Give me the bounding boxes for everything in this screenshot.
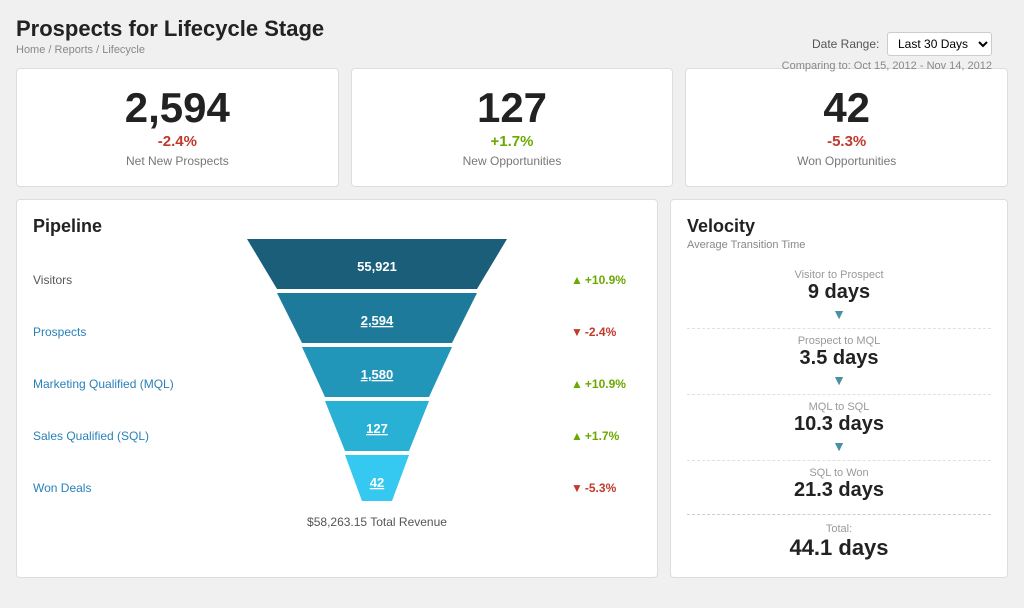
funnel-pct-3: +1.7%	[585, 429, 619, 443]
funnel-label-4[interactable]: Won Deals	[33, 462, 183, 514]
vel-label-1: Prospect to MQL	[687, 335, 991, 347]
bottom-row: Pipeline Visitors Prospects Marketing Qual…	[16, 199, 1008, 578]
total-revenue: $58,263.15 Total Revenue	[307, 515, 447, 529]
summary-label: New Opportunities	[368, 154, 657, 168]
velocity-item-2: MQL to SQL 10.3 days ▼	[687, 395, 991, 461]
funnel-change-2: ▲+10.9%	[571, 358, 641, 410]
summary-card-0: 2,594 -2.4% Net New Prospects	[16, 68, 339, 187]
funnel-arrow-2: ▲	[571, 377, 583, 391]
velocity-arrow-1: ▼	[687, 372, 991, 388]
svg-text:55,921: 55,921	[357, 259, 397, 274]
velocity-title: Velocity	[687, 216, 991, 237]
summary-row: 2,594 -2.4% Net New Prospects 127 +1.7% …	[16, 68, 1008, 187]
funnel-arrow-4: ▼	[571, 481, 583, 495]
velocity-item-1: Prospect to MQL 3.5 days ▼	[687, 329, 991, 395]
funnel-pct-4: -5.3%	[585, 481, 616, 495]
summary-change: +1.7%	[368, 133, 657, 150]
vel-label-2: MQL to SQL	[687, 401, 991, 413]
funnel-change-1: ▼-2.4%	[571, 306, 641, 358]
comparing-text: Comparing to: Oct 15, 2012 - Nov 14, 201…	[782, 60, 992, 72]
funnel-label-3[interactable]: Sales Qualified (SQL)	[33, 410, 183, 462]
funnel-pct-0: +10.9%	[585, 273, 626, 287]
velocity-arrow-0: ▼	[687, 306, 991, 322]
funnel-pct-2: +10.9%	[585, 377, 626, 391]
velocity-card: Velocity Average Transition Time Visitor…	[670, 199, 1008, 578]
svg-text:1,580: 1,580	[361, 367, 394, 382]
vel-label-3: SQL to Won	[687, 467, 991, 479]
pipeline-title: Pipeline	[33, 216, 641, 237]
vel-value-0: 9 days	[687, 281, 991, 304]
date-range-select[interactable]: Last 30 Days Last 7 Days Last 14 Days La…	[887, 32, 992, 56]
vel-value-2: 10.3 days	[687, 413, 991, 436]
velocity-total-section: Total: 44.1 days	[687, 514, 991, 561]
summary-big-number: 42	[702, 87, 991, 129]
funnel-link-1[interactable]: Prospects	[33, 325, 86, 339]
funnel-area: 55,921 2,594 1,580 127 42 $58,263.15 Tot…	[193, 239, 561, 529]
summary-card-2: 42 -5.3% Won Opportunities	[685, 68, 1008, 187]
funnel-change-3: ▲+1.7%	[571, 410, 641, 462]
funnel-svg: 55,921 2,594 1,580 127 42	[237, 239, 517, 507]
velocity-total-value: 44.1 days	[687, 535, 991, 561]
summary-change: -2.4%	[33, 133, 322, 150]
funnel-label-0: Visitors	[33, 254, 183, 306]
date-range-row: Date Range: Last 30 Days Last 7 Days Las…	[782, 32, 992, 72]
funnel-labels-left: Visitors Prospects Marketing Qualified (MQ…	[33, 254, 193, 514]
funnel-labels-right: ▲+10.9%▼-2.4%▲+10.9%▲+1.7%▼-5.3%	[561, 254, 641, 514]
velocity-item-3: SQL to Won 21.3 days	[687, 461, 991, 508]
funnel-pct-1: -2.4%	[585, 325, 616, 339]
vel-label-0: Visitor to Prospect	[687, 269, 991, 281]
funnel-arrow-3: ▲	[571, 429, 583, 443]
pipeline-content: Visitors Prospects Marketing Qualified (MQ…	[33, 239, 641, 529]
funnel-change-4: ▼-5.3%	[571, 462, 641, 514]
funnel-arrow-1: ▼	[571, 325, 583, 339]
pipeline-card: Pipeline Visitors Prospects Marketing Qual…	[16, 199, 658, 578]
vel-value-3: 21.3 days	[687, 479, 991, 502]
velocity-subtitle: Average Transition Time	[687, 239, 991, 251]
funnel-link-3[interactable]: Sales Qualified (SQL)	[33, 429, 149, 443]
funnel-arrow-0: ▲	[571, 273, 583, 287]
summary-change: -5.3%	[702, 133, 991, 150]
velocity-total-label: Total:	[687, 523, 991, 535]
velocity-items: Visitor to Prospect 9 days ▼ Prospect to…	[687, 263, 991, 508]
summary-card-1: 127 +1.7% New Opportunities	[351, 68, 674, 187]
date-range-label: Date Range:	[812, 37, 879, 51]
summary-label: Won Opportunities	[702, 154, 991, 168]
funnel-link-2[interactable]: Marketing Qualified (MQL)	[33, 377, 174, 391]
svg-text:2,594: 2,594	[361, 313, 394, 328]
funnel-label-1[interactable]: Prospects	[33, 306, 183, 358]
svg-text:42: 42	[370, 475, 384, 490]
velocity-item-0: Visitor to Prospect 9 days ▼	[687, 263, 991, 329]
funnel-change-0: ▲+10.9%	[571, 254, 641, 306]
summary-label: Net New Prospects	[33, 154, 322, 168]
funnel-link-4[interactable]: Won Deals	[33, 481, 91, 495]
svg-text:127: 127	[366, 421, 388, 436]
summary-big-number: 127	[368, 87, 657, 129]
summary-big-number: 2,594	[33, 87, 322, 129]
velocity-arrow-2: ▼	[687, 438, 991, 454]
vel-value-1: 3.5 days	[687, 347, 991, 370]
funnel-label-2[interactable]: Marketing Qualified (MQL)	[33, 358, 183, 410]
